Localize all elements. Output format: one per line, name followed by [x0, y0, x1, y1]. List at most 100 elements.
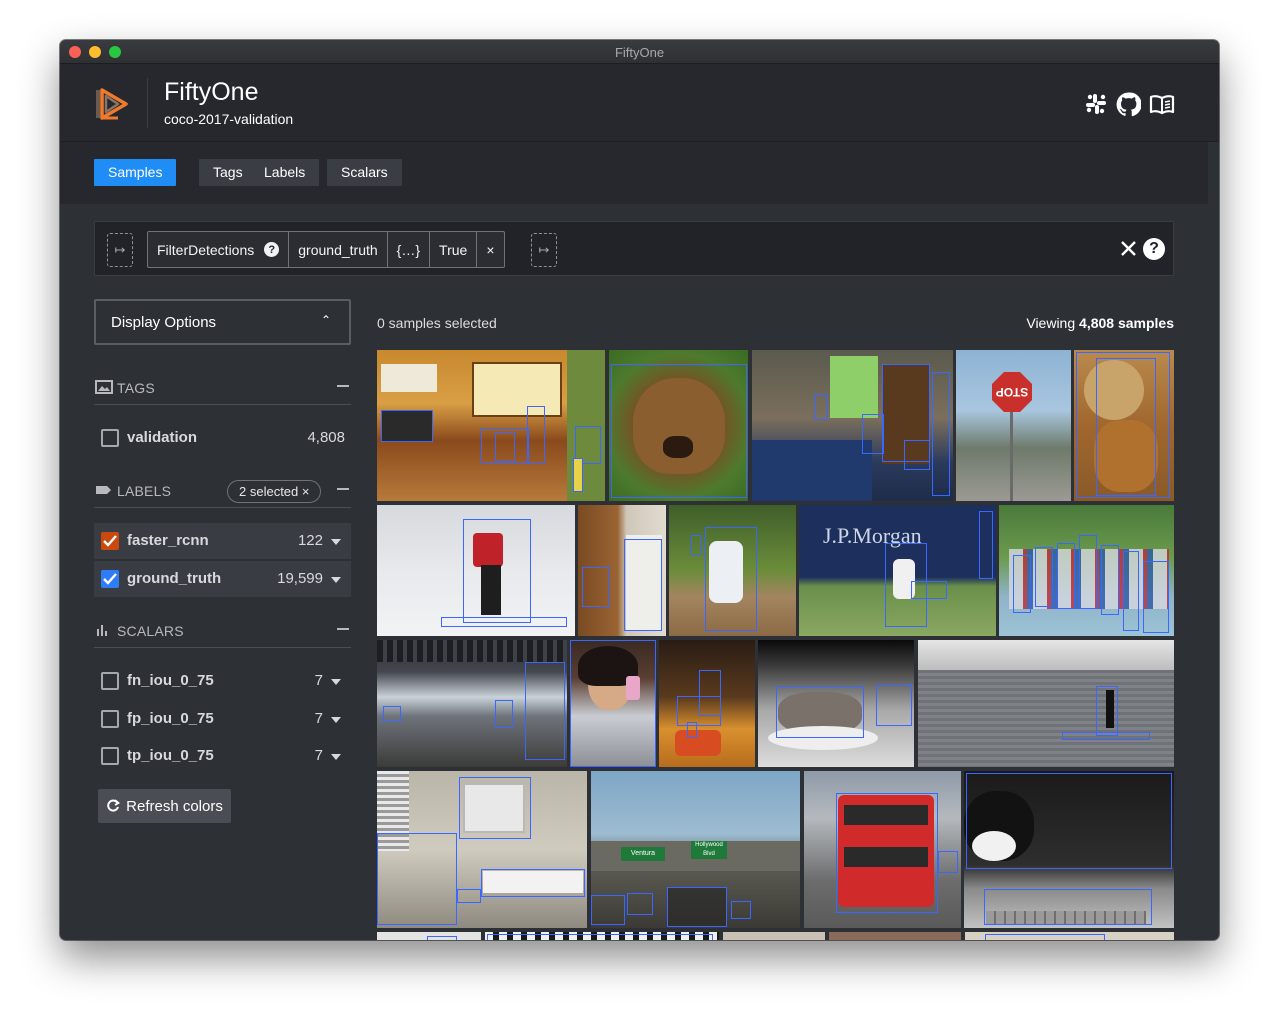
image-icon: [95, 380, 113, 394]
tabs-bar: Samples Tags Labels Scalars: [60, 142, 1208, 204]
app-window: FiftyOne FiftyOne coco-2017-validation S…: [60, 40, 1219, 940]
window-title: FiftyOne: [614, 45, 665, 60]
sample-tile[interactable]: [609, 350, 748, 501]
sample-tile[interactable]: STOP: [956, 350, 1071, 501]
label-row-ground-truth[interactable]: ground_truth 19,599: [94, 561, 351, 597]
scalar-checkbox[interactable]: [101, 710, 119, 728]
stage-value[interactable]: True: [430, 232, 478, 267]
view-stage: FilterDetections? ground_truth {…} True …: [147, 231, 505, 268]
sample-tile[interactable]: [570, 640, 656, 767]
refresh-colors-label: Refresh colors: [126, 797, 223, 815]
sample-tile[interactable]: [377, 932, 481, 940]
selected-samples-count: 0 samples selected: [377, 315, 497, 331]
scalar-count: 7: [314, 710, 323, 727]
stop-sign-text: STOP: [995, 385, 1029, 399]
sample-tile[interactable]: [965, 932, 1174, 940]
add-stage-after-button[interactable]: ↦: [531, 233, 557, 267]
tab-tags[interactable]: Tags: [199, 159, 257, 186]
road-sign-text: Ventura: [621, 847, 665, 861]
sample-tile[interactable]: [829, 932, 961, 940]
scalar-count: 7: [314, 747, 323, 764]
sample-tile[interactable]: [723, 932, 825, 940]
stage-name[interactable]: FilterDetections?: [148, 232, 290, 267]
sample-tile[interactable]: [485, 932, 719, 940]
tab-labels[interactable]: Labels: [250, 159, 320, 186]
dataset-name: coco-2017-validation: [164, 111, 294, 127]
road-sign-text-2: Hollywood Blvd: [691, 841, 727, 859]
sample-tile[interactable]: [377, 505, 575, 636]
collapse-scalars-icon[interactable]: [337, 628, 349, 630]
label-name: ground_truth: [127, 570, 222, 587]
sample-tile[interactable]: [1074, 350, 1174, 501]
label-name: faster_rcnn: [127, 532, 209, 549]
view-bar: ↦ FilterDetections? ground_truth {…} Tru…: [94, 221, 1174, 276]
add-stage-before-button[interactable]: ↦: [107, 233, 133, 267]
label-count: 19,599: [277, 570, 323, 587]
app-header: FiftyOne coco-2017-validation: [60, 64, 1219, 142]
display-options-toggle[interactable]: Display Options ⌃: [94, 299, 351, 345]
github-icon[interactable]: [1115, 91, 1141, 117]
sample-tile[interactable]: Ventura Hollywood Blvd: [591, 771, 800, 928]
bar-chart-icon: [97, 625, 107, 636]
tag-row-validation[interactable]: validation 4,808: [94, 420, 351, 456]
scalars-section-header: SCALARS: [94, 616, 351, 648]
tab-samples[interactable]: Samples: [94, 159, 177, 186]
sample-tile[interactable]: [377, 771, 587, 928]
sample-tile[interactable]: [669, 505, 796, 636]
label-count: 122: [297, 532, 323, 549]
tag-checkbox[interactable]: [101, 429, 119, 447]
tab-scalars[interactable]: Scalars: [327, 159, 402, 186]
docs-book-icon[interactable]: [1149, 91, 1175, 117]
sample-tile[interactable]: [804, 771, 961, 928]
scalar-name: fn_iou_0_75: [127, 672, 214, 689]
sample-tile[interactable]: [659, 640, 755, 767]
scalar-name: fp_iou_0_75: [127, 710, 214, 727]
expand-caret-icon[interactable]: [331, 754, 341, 760]
samples-grid: STOP J.P.Morgan Ventura Hollywood Blvd: [377, 350, 1174, 940]
stage-filter-expression[interactable]: {…}: [388, 232, 431, 267]
slack-icon[interactable]: [1083, 91, 1109, 117]
tag-count: 4,808: [307, 429, 345, 446]
scalar-row-tp[interactable]: tp_iou_0_75 7: [94, 738, 351, 774]
refresh-colors-button[interactable]: Refresh colors: [98, 789, 231, 823]
title-bar: FiftyOne: [60, 40, 1219, 64]
labels-selected-pill[interactable]: 2 selected ×: [227, 480, 322, 503]
sample-tile[interactable]: [999, 505, 1174, 636]
stage-help-icon[interactable]: ?: [264, 242, 280, 257]
labels-section-header: LABELS 2 selected ×: [94, 476, 351, 508]
fiftyone-logo-icon: [96, 88, 128, 120]
sample-tile[interactable]: [758, 640, 914, 767]
tags-section-header: TAGS: [94, 373, 351, 405]
refresh-icon: [107, 799, 121, 812]
expand-caret-icon[interactable]: [331, 539, 341, 545]
tags-title: TAGS: [117, 380, 155, 396]
remove-stage-icon[interactable]: ×: [477, 232, 503, 267]
collapse-labels-icon[interactable]: [337, 488, 349, 490]
scalar-name: tp_iou_0_75: [127, 747, 214, 764]
view-help-icon[interactable]: ?: [1143, 238, 1165, 260]
label-row-faster-rcnn[interactable]: faster_rcnn 122: [94, 523, 351, 559]
faster-rcnn-checkbox[interactable]: [101, 532, 119, 550]
tag-name: validation: [127, 429, 198, 446]
scalar-checkbox[interactable]: [101, 747, 119, 765]
scalar-count: 7: [314, 672, 323, 689]
scalar-row-fp[interactable]: fp_iou_0_75 7: [94, 701, 351, 737]
clear-view-icon[interactable]: [1117, 236, 1139, 260]
app-name: FiftyOne: [164, 78, 259, 106]
expand-caret-icon[interactable]: [331, 717, 341, 723]
sample-tile[interactable]: [964, 771, 1174, 928]
brand-separator: [147, 78, 148, 128]
sample-tile[interactable]: [752, 350, 953, 501]
sample-tile[interactable]: J.P.Morgan: [799, 505, 996, 636]
expand-caret-icon[interactable]: [331, 679, 341, 685]
scalar-row-fn[interactable]: fn_iou_0_75 7: [94, 663, 351, 699]
sample-tile[interactable]: [578, 505, 666, 636]
stage-field[interactable]: ground_truth: [289, 232, 388, 267]
sample-tile[interactable]: [918, 640, 1174, 767]
scalar-checkbox[interactable]: [101, 672, 119, 690]
ground-truth-checkbox[interactable]: [101, 570, 119, 588]
sample-tile[interactable]: [377, 350, 605, 501]
collapse-tags-icon[interactable]: [337, 385, 349, 387]
expand-caret-icon[interactable]: [331, 577, 341, 583]
sample-tile[interactable]: [377, 640, 567, 767]
